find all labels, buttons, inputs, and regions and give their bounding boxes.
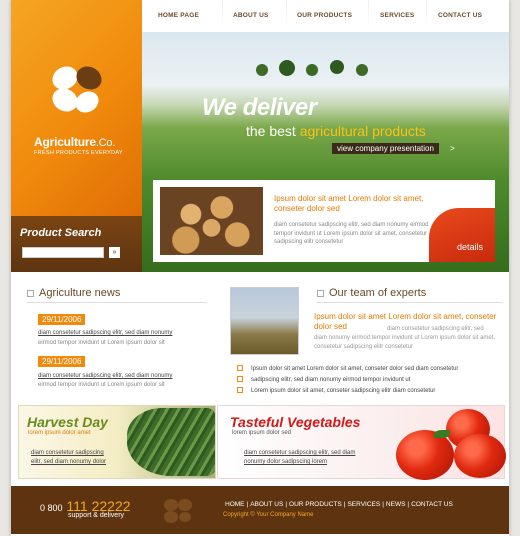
news-divider <box>27 302 207 303</box>
page: Agriculture.Co. FRESH PRODUCTS EVERYDAY … <box>11 0 509 536</box>
brand-name: Agriculture.Co. <box>34 135 115 149</box>
square-bullet-icon <box>237 387 243 394</box>
list-item-text: Lorem ipsum dolor sit amet, conseter sad… <box>251 388 436 394</box>
square-bullet-icon <box>317 289 324 297</box>
nav-products[interactable]: OUR PRODUCTS <box>297 12 352 19</box>
list-item: Ipsum dolor sit amet Lorem dolor sit ame… <box>237 364 458 375</box>
asparagus-image <box>127 408 215 476</box>
nav-divider <box>222 0 223 30</box>
harvest-day-promo[interactable]: Harvest Day lorem ipsum dolor amet diam … <box>18 405 216 479</box>
promo-title: Harvest Day <box>27 414 108 430</box>
promo-subtitle: lorem ipsum dolor sed <box>232 430 292 436</box>
feature-text: diam consetetur sadipscing elitr, sed di… <box>274 222 429 245</box>
nav-divider <box>286 0 287 30</box>
tomato-image <box>454 434 506 478</box>
hero-subline: the best agricultural products <box>246 123 426 139</box>
trees-icon <box>256 60 368 76</box>
list-item-text: sadipscing elitr, sed diam nonumy eirmod… <box>251 377 411 383</box>
list-item: Lorem ipsum dolor sit amet, conseter sad… <box>237 386 458 397</box>
footer-nav: HOME | ABOUT US | OUR PRODUCTS | SERVICES | NEWS… <box>225 501 453 508</box>
team-divider <box>317 302 503 303</box>
search-title: Product Search <box>20 227 102 239</box>
search-button[interactable]: » <box>109 247 120 258</box>
feature-card: Ipsum dolor sit amet Lorem dolor sit ame… <box>153 180 495 262</box>
nav-home[interactable]: HOME PAGE <box>158 12 199 19</box>
main-nav: HOME PAGE ABOUT US OUR PRODUCTS SERVICES… <box>142 0 509 32</box>
hero-subline-highlight: agricultural products <box>299 123 426 139</box>
team-title: Our team of experts <box>329 287 427 299</box>
promo-link-line: diam consetetur sadipscing <box>31 450 104 456</box>
tasteful-vegetables-promo[interactable]: Tasteful Vegetables lorem ipsum dolor se… <box>217 405 506 480</box>
news-text: eirmod tempor invidunt ut Lorem ipsum do… <box>38 382 165 388</box>
footer-link-contact[interactable]: CONTACT US <box>411 501 453 508</box>
footer-link-products[interactable]: OUR PRODUCTS <box>289 501 342 508</box>
potatoes-image <box>160 187 263 255</box>
news-heading: Agriculture news <box>27 287 120 299</box>
news-text: eirmod tempor invidunt ut Lorem ipsum do… <box>38 340 165 346</box>
list-item: sadipscing elitr, sed diam nonumy eirmod… <box>237 375 458 386</box>
details-button[interactable]: details <box>429 208 495 262</box>
nav-services[interactable]: SERVICES <box>380 12 414 19</box>
footer-link-services[interactable]: SERVICES <box>347 501 380 508</box>
square-bullet-icon <box>27 289 34 297</box>
feature-title: Ipsum dolor sit amet Lorem dolor sit ame… <box>274 194 424 213</box>
leaf-icon <box>434 430 450 438</box>
hero-headline: We deliver <box>202 94 317 121</box>
brand-panel: Agriculture.Co. FRESH PRODUCTS EVERYDAY <box>11 0 142 216</box>
phone-prefix: 0 800 <box>40 503 63 513</box>
news-date: 29/11/2006 <box>38 314 86 325</box>
product-search: Product Search » <box>11 216 142 272</box>
footer-link-about[interactable]: ABOUT US <box>250 501 283 508</box>
promo-title: Tasteful Vegetables <box>230 414 361 430</box>
news-link[interactable]: diam consetetur sadipscing elitr, sed di… <box>38 373 188 379</box>
team-text: diam consetetur sadipscing elitr, sed <box>387 326 484 332</box>
square-bullet-icon <box>237 365 243 372</box>
team-heading: Our team of experts <box>317 287 426 299</box>
promo-link-line: elitr, sed diam nonumy dolor <box>31 459 107 465</box>
details-label: details <box>457 242 484 252</box>
search-input[interactable] <box>22 247 104 258</box>
hero-banner: We deliver the best agricultural product… <box>142 32 509 272</box>
footer: 0 800 111 22222 support & delivery HOME |… <box>11 486 509 534</box>
nav-divider <box>426 0 427 30</box>
footer-link-news[interactable]: NEWS <box>386 501 406 508</box>
news-date: 29/11/2006 <box>38 356 86 367</box>
promo-link[interactable]: diam consetetur sadipscing elitr, sed dia… <box>31 449 106 467</box>
nav-about[interactable]: ABOUT US <box>233 12 269 19</box>
promo-link-line: nonumy dolor sadipscing lorem <box>244 459 328 465</box>
leaf-logo-icon <box>52 66 102 113</box>
brand-tagline: FRESH PRODUCTS EVERYDAY <box>34 150 123 156</box>
footer-link-home[interactable]: HOME <box>225 501 245 508</box>
copyright: Copyright © Your Company Name <box>223 512 314 518</box>
presentation-button[interactable]: view company presentation <box>332 143 439 154</box>
expert-photo <box>230 287 299 355</box>
news-link[interactable]: diam consetetur sadipscing elitr, sed di… <box>38 330 188 336</box>
promo-subtitle: lorem ipsum dolor amet <box>28 430 91 436</box>
leaf-logo-icon <box>164 499 192 523</box>
nav-contact[interactable]: CONTACT US <box>438 12 482 19</box>
hero-subline-prefix: the best <box>246 123 296 139</box>
team-list: Ipsum dolor sit amet Lorem dolor sit ame… <box>237 364 458 397</box>
brand-name-main: Agriculture <box>34 135 96 149</box>
brand-name-suffix: .Co. <box>95 137 116 149</box>
news-title: Agriculture news <box>39 287 121 299</box>
presentation-arrow[interactable]: > <box>450 144 455 153</box>
team-text-more: diam nonumy eirmod tempor invidunt ut Lo… <box>314 335 496 350</box>
support-label: support & delivery <box>68 512 125 519</box>
promo-link[interactable]: diam consetetur sadipscing elitr, sed di… <box>244 449 355 467</box>
promo-link-line: diam consetetur sadipscing elitr, sed di… <box>244 450 356 456</box>
square-bullet-icon <box>237 376 243 383</box>
nav-divider <box>368 0 369 30</box>
list-item-text: Ipsum dolor sit amet Lorem dolor sit ame… <box>251 366 459 372</box>
